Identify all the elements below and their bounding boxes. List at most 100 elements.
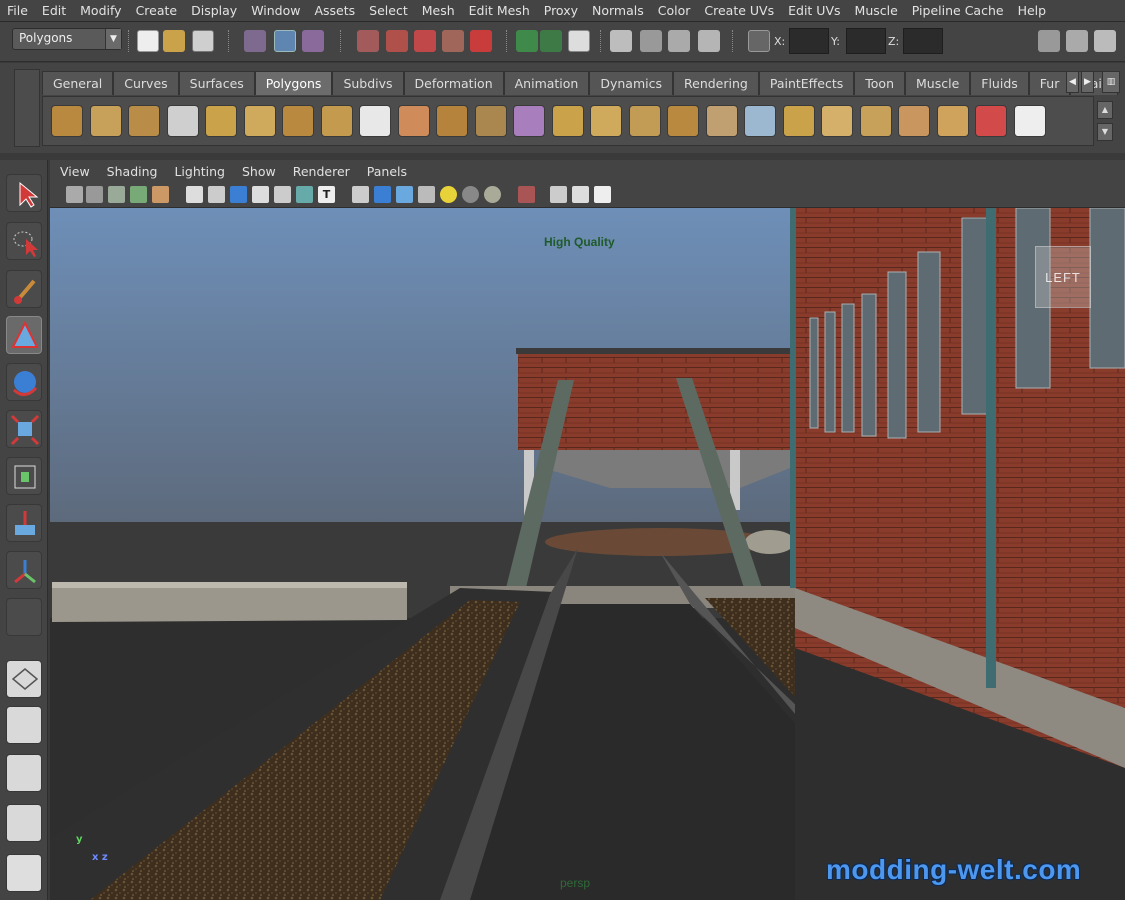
- select-camera-icon[interactable]: [66, 186, 83, 203]
- snap-to-curve-icon[interactable]: [386, 30, 408, 52]
- menu-color[interactable]: Color: [651, 0, 698, 22]
- graph-editor-layout-icon[interactable]: [6, 804, 42, 842]
- combine-icon[interactable]: [397, 105, 430, 137]
- show-manipulator-icon[interactable]: [6, 551, 42, 589]
- texture-icon[interactable]: T: [318, 186, 335, 203]
- xray-icon[interactable]: [274, 186, 291, 203]
- wireframe-icon[interactable]: [186, 186, 203, 203]
- tab-animation[interactable]: Animation: [503, 71, 590, 95]
- render-current-frame-icon[interactable]: [610, 30, 632, 52]
- menu-window[interactable]: Window: [244, 0, 307, 22]
- lasso-tool-icon[interactable]: [6, 222, 42, 260]
- tab-painteffects[interactable]: PaintEffects: [758, 71, 855, 95]
- shaded-icon[interactable]: [374, 186, 391, 203]
- output-ops-icon[interactable]: [540, 30, 562, 52]
- panel-menu-view[interactable]: View: [50, 164, 97, 179]
- tab-dynamics[interactable]: Dynamics: [589, 71, 673, 95]
- move-tool-icon[interactable]: [6, 316, 42, 354]
- render-layout-icon[interactable]: [6, 854, 42, 892]
- soccer-ball-icon[interactable]: [359, 105, 391, 137]
- select-component-icon[interactable]: [302, 30, 324, 52]
- tab-scroll-left-icon[interactable]: ◀: [1066, 71, 1079, 93]
- transform-field-icon[interactable]: [748, 30, 770, 52]
- tab-curves[interactable]: Curves: [113, 71, 179, 95]
- select-object-icon[interactable]: [274, 30, 296, 52]
- panel-menu-shading[interactable]: Shading: [97, 164, 165, 179]
- input-ops-icon[interactable]: [516, 30, 538, 52]
- menu-mesh[interactable]: Mesh: [415, 0, 462, 22]
- bridge-icon[interactable]: [667, 105, 699, 137]
- shelf-scroll-up-icon[interactable]: ▲: [1097, 101, 1113, 119]
- open-scene-icon[interactable]: [163, 30, 185, 52]
- ipr-render-icon[interactable]: [640, 30, 662, 52]
- shelf-scroll-down-icon[interactable]: ▼: [1097, 123, 1113, 141]
- 2d-pan-zoom-icon[interactable]: [152, 186, 169, 203]
- tool-settings-icon[interactable]: [1066, 30, 1088, 52]
- xray-active-components-icon[interactable]: [572, 186, 589, 203]
- poly-plane-icon[interactable]: [205, 105, 237, 137]
- tab-polygons[interactable]: Polygons: [254, 71, 333, 95]
- perspective-viewport[interactable]: High Quality LEFT y x z persp modding-we…: [50, 208, 1125, 900]
- save-scene-icon[interactable]: [192, 30, 214, 52]
- menu-modify[interactable]: Modify: [73, 0, 128, 22]
- outliner-layout-icon[interactable]: [6, 754, 42, 792]
- tab-general[interactable]: General: [42, 71, 114, 95]
- tab-deformation[interactable]: Deformation: [403, 71, 504, 95]
- snap-to-point-icon[interactable]: [414, 30, 436, 52]
- paint-select-tool-icon[interactable]: [6, 270, 42, 308]
- channel-box-icon[interactable]: [1094, 30, 1116, 52]
- bevel-icon[interactable]: [782, 105, 815, 137]
- tab-rendering[interactable]: Rendering: [673, 71, 759, 95]
- menu-select[interactable]: Select: [362, 0, 415, 22]
- construction-history-icon[interactable]: [568, 30, 590, 52]
- use-all-lights-icon[interactable]: [440, 186, 457, 203]
- snap-to-grid-icon[interactable]: [357, 30, 379, 52]
- selection-highlight-icon[interactable]: [518, 186, 535, 203]
- menu-help[interactable]: Help: [1011, 0, 1054, 22]
- camera-attributes-icon[interactable]: [86, 186, 103, 203]
- hypershade-icon[interactable]: [698, 30, 720, 52]
- textured-icon[interactable]: [396, 186, 413, 203]
- node-editor-icon[interactable]: [594, 186, 611, 203]
- menu-proxy[interactable]: Proxy: [537, 0, 585, 22]
- last-used-tool-icon[interactable]: [6, 598, 42, 636]
- menu-muscle[interactable]: Muscle: [848, 0, 905, 22]
- grid-icon[interactable]: [208, 186, 225, 203]
- menu-set-dropdown[interactable]: Polygons ▼: [12, 28, 122, 50]
- scale-tool-icon[interactable]: [6, 410, 42, 448]
- shelf-trash-icon[interactable]: ▥: [1102, 71, 1120, 93]
- menu-create-uvs[interactable]: Create UVs: [697, 0, 781, 22]
- poly-cone-icon[interactable]: [166, 105, 199, 137]
- extract-icon[interactable]: [474, 105, 507, 137]
- poly-torus-icon[interactable]: [243, 105, 276, 137]
- collapse-icon[interactable]: [936, 105, 969, 137]
- poly-cube-icon[interactable]: [89, 105, 122, 137]
- tab-scroll-right-icon[interactable]: ▶: [1081, 71, 1094, 93]
- shadows-icon[interactable]: [462, 186, 479, 203]
- panel-menu-panels[interactable]: Panels: [357, 164, 414, 179]
- poly-sphere-icon[interactable]: [51, 105, 83, 137]
- merge-icon[interactable]: [898, 105, 930, 137]
- panel-menu-lighting[interactable]: Lighting: [164, 164, 232, 179]
- poly-pyramid-icon[interactable]: [282, 105, 314, 137]
- viewcube[interactable]: LEFT: [1035, 246, 1091, 308]
- y-field[interactable]: [846, 28, 886, 54]
- append-icon[interactable]: [705, 105, 738, 137]
- render-settings-icon[interactable]: [668, 30, 690, 52]
- checker-icon[interactable]: [1013, 105, 1046, 137]
- tab-fluids[interactable]: Fluids: [970, 71, 1029, 95]
- split-icon[interactable]: [744, 105, 776, 137]
- uv-editor-icon[interactable]: [975, 105, 1007, 137]
- tab-muscle[interactable]: Muscle: [905, 71, 971, 95]
- menu-edit-mesh[interactable]: Edit Mesh: [462, 0, 537, 22]
- poly-cylinder-icon[interactable]: [128, 105, 160, 137]
- four-view-layout-icon[interactable]: [6, 706, 42, 744]
- wireframe-on-shaded-icon[interactable]: [252, 186, 269, 203]
- universal-manipulator-icon[interactable]: [6, 457, 42, 495]
- tab-surfaces[interactable]: Surfaces: [178, 71, 255, 95]
- booleans-icon[interactable]: [551, 105, 584, 137]
- menu-edit-uvs[interactable]: Edit UVs: [781, 0, 847, 22]
- chevron-down-icon[interactable]: ▼: [105, 29, 121, 49]
- smooth-icon[interactable]: [513, 105, 545, 137]
- default-material-icon[interactable]: [296, 186, 313, 203]
